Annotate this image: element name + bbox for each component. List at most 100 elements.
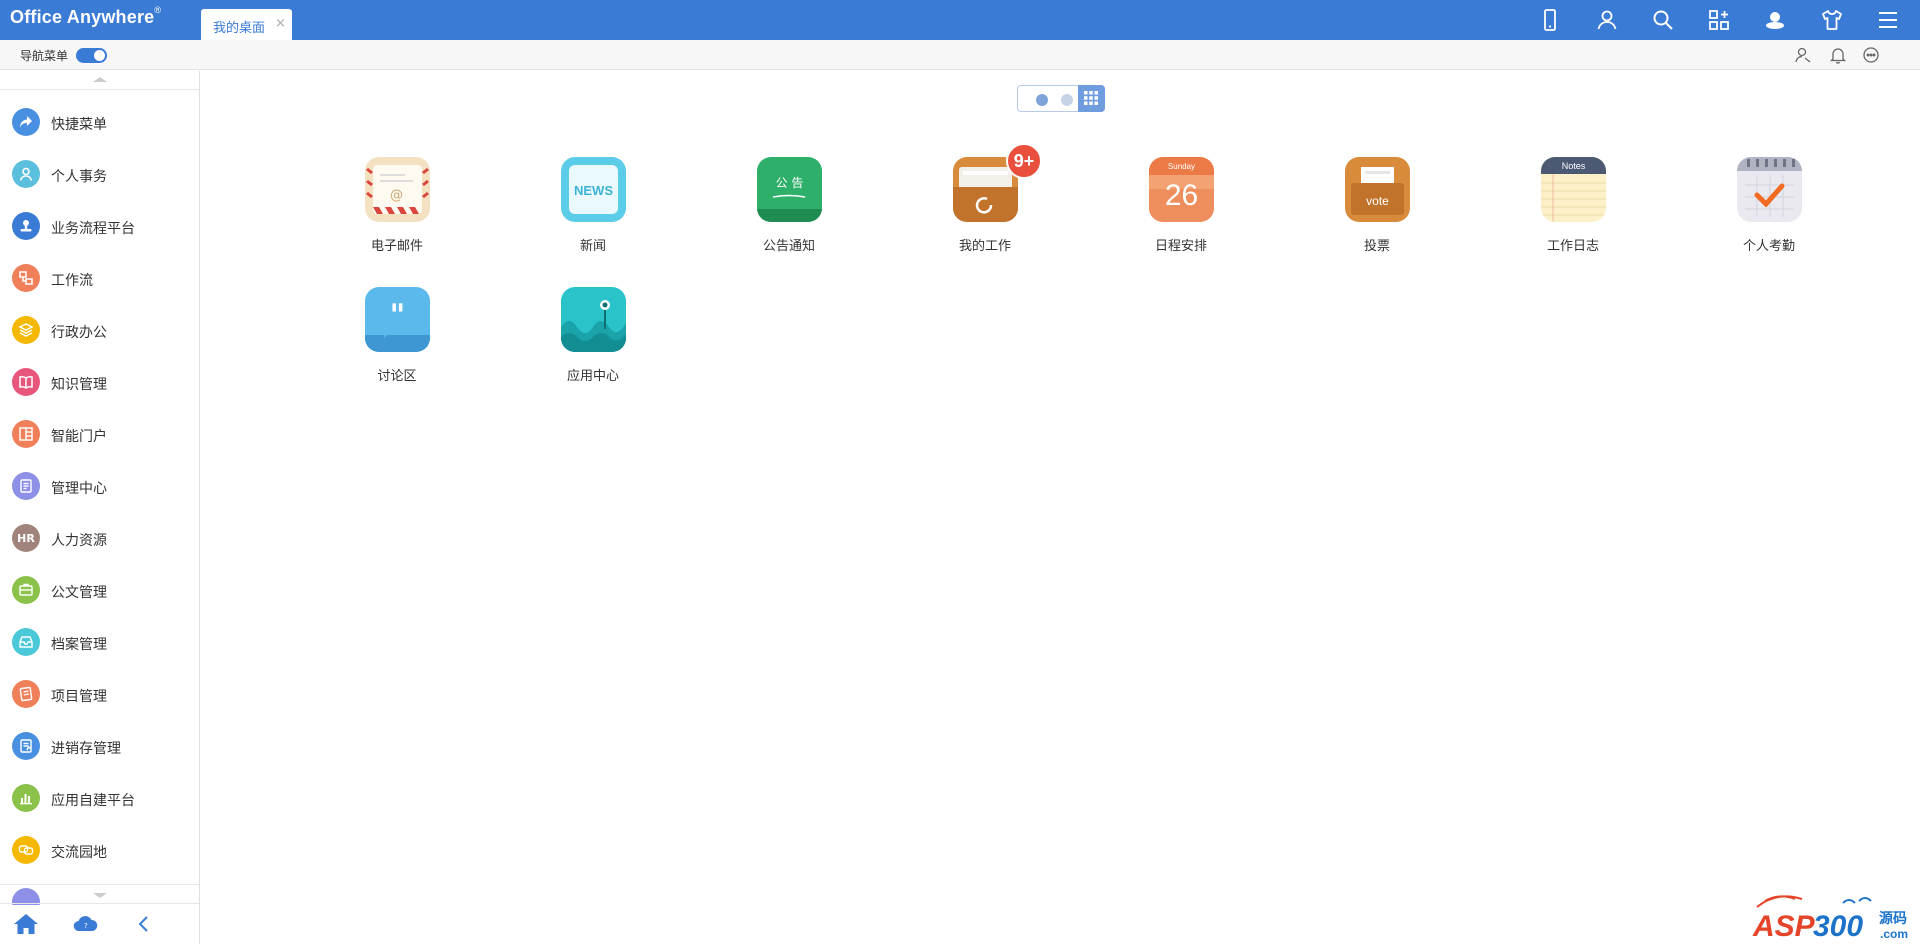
top-bar: Office Anywhere® 我的桌面 × — [0, 0, 1920, 40]
svg-text:?: ? — [84, 922, 88, 930]
sidebar-menu: 快捷菜单 个人事务 业务流程平台 工作流 行政办公 知识管理 智能门户 管理中心… — [0, 97, 199, 905]
hr-icon: HR — [12, 524, 40, 552]
sidebar-item-app-builder[interactable]: 应用自建平台 — [0, 773, 199, 825]
notice-icon-text: 公 告 — [776, 176, 804, 190]
calendar-icon: Sunday 26 — [1149, 157, 1214, 222]
app-attendance[interactable]: 个人考勤 — [1704, 157, 1834, 267]
news-icon: NEWS — [561, 157, 626, 222]
divider — [0, 884, 199, 885]
news-icon-text: NEWS — [574, 183, 613, 198]
person-icon — [12, 160, 40, 188]
svg-text:300: 300 — [1813, 910, 1863, 941]
chat-icon[interactable] — [1862, 46, 1880, 64]
notes-icon-text: Notes — [1562, 161, 1586, 171]
sidebar-item-personal-affairs[interactable]: 个人事务 — [0, 149, 199, 201]
page-dot-2[interactable] — [1061, 94, 1073, 106]
sidebar-item-workflow[interactable]: 工作流 — [0, 253, 199, 305]
vote-icon-text: vote — [1366, 194, 1389, 208]
archive-icon — [12, 628, 40, 656]
app-schedule[interactable]: Sunday 26 日程安排 — [1116, 157, 1246, 267]
search-icon[interactable] — [1651, 8, 1675, 32]
sidebar-item-label: 公文管理 — [51, 585, 107, 601]
discussion-icon: " — [365, 287, 430, 352]
app-my-work[interactable]: 9+ 我的工作 — [920, 143, 1050, 267]
sidebar-scroll-down-icon[interactable] — [93, 893, 107, 898]
divider — [0, 89, 199, 90]
app-label: 新闻 — [579, 239, 606, 254]
app-email[interactable]: @ 电子邮件 — [332, 157, 462, 267]
svg-text:ASP: ASP — [1752, 910, 1816, 941]
tab-label: 我的桌面 — [213, 21, 266, 36]
stamp-icon — [12, 212, 40, 240]
sidebar-item-label: 工作流 — [51, 273, 93, 289]
sidebar-item-admin-office[interactable]: 行政办公 — [0, 305, 199, 357]
sidebar-item-label: 进销存管理 — [51, 741, 121, 757]
sidebar-item-inventory[interactable]: 进销存管理 — [0, 721, 199, 773]
project-icon — [12, 680, 40, 708]
page-dot-1[interactable] — [1036, 94, 1048, 106]
app-vote[interactable]: vote 投票 — [1312, 157, 1442, 267]
sidebar-item-business-process[interactable]: 业务流程平台 — [0, 201, 199, 253]
user-icon[interactable] — [1595, 8, 1619, 32]
sidebar-item-projects[interactable]: 项目管理 — [0, 669, 199, 721]
doc-icon — [12, 472, 40, 500]
app-label: 工作日志 — [1546, 239, 1599, 254]
apps-icon[interactable] — [1707, 8, 1731, 32]
collapse-icon[interactable] — [131, 912, 157, 936]
notification-badge: 9+ — [1006, 143, 1042, 179]
layers-icon — [12, 316, 40, 344]
desktop-area: @ 电子邮件 NEWS 新闻 公 告 公告通知 9+ 我的工作 Sunday 26… — [201, 71, 1920, 944]
sidebar-item-label: 管理中心 — [51, 481, 107, 497]
bell-icon[interactable] — [1829, 46, 1847, 64]
mail-icon: @ — [365, 157, 430, 222]
sidebar-item-more[interactable] — [0, 877, 199, 905]
nav-menu-label: 导航菜单 — [20, 49, 69, 63]
nav-menu-toggle[interactable] — [76, 48, 107, 63]
calendar-icon-date: 26 — [1165, 179, 1198, 212]
app-app-center[interactable]: 应用中心 — [528, 287, 658, 397]
sub-bar: 导航菜单 — [0, 40, 1920, 70]
share-icon — [12, 108, 40, 136]
sidebar-item-official-docs[interactable]: 公文管理 — [0, 565, 199, 617]
svg-text:": " — [390, 298, 406, 333]
inventory-icon — [12, 732, 40, 760]
sidebar-item-label: 应用自建平台 — [51, 793, 135, 809]
sidebar: 快捷菜单 个人事务 业务流程平台 工作流 行政办公 知识管理 智能门户 管理中心… — [0, 71, 200, 944]
sidebar-item-communication[interactable]: 交流园地 — [0, 825, 199, 877]
sidebar-item-human-resources[interactable]: HR 人力资源 — [0, 513, 199, 565]
sidebar-item-smart-portal[interactable]: 智能门户 — [0, 409, 199, 461]
cloud-user-icon[interactable] — [1763, 8, 1787, 32]
chart-icon — [12, 784, 40, 812]
app-label: 我的工作 — [958, 239, 1011, 254]
sidebar-item-label: 行政办公 — [51, 325, 107, 341]
app-news[interactable]: NEWS 新闻 — [528, 157, 658, 267]
sidebar-item-label: 档案管理 — [51, 637, 107, 653]
app-work-log[interactable]: Notes 工作日志 — [1508, 157, 1638, 267]
sidebar-item-quick-menu[interactable]: 快捷菜单 — [0, 97, 199, 149]
tab-close-button[interactable]: × — [275, 16, 286, 31]
grid-view-button[interactable] — [1078, 85, 1105, 112]
tab-my-desktop[interactable]: 我的桌面 × — [201, 9, 292, 40]
sidebar-scroll-up-icon[interactable] — [93, 77, 107, 82]
app-label: 个人考勤 — [1742, 239, 1795, 254]
mobile-icon[interactable] — [1538, 8, 1562, 32]
sidebar-item-archives[interactable]: 档案管理 — [0, 617, 199, 669]
app-logo[interactable]: Office Anywhere® — [10, 5, 161, 28]
app-discussion[interactable]: " 讨论区 — [332, 287, 462, 397]
sidebar-item-label: 项目管理 — [51, 689, 107, 705]
svg-text:源码: 源码 — [1879, 910, 1907, 927]
sidebar-item-label: 交流园地 — [51, 845, 107, 861]
menu-icon[interactable] — [1876, 8, 1900, 32]
divider — [0, 903, 199, 904]
sidebar-item-label: 人力资源 — [51, 533, 107, 549]
cloud-icon[interactable]: ? — [72, 912, 98, 936]
org-icon[interactable] — [1794, 46, 1812, 64]
svg-text:@: @ — [390, 188, 403, 203]
sidebar-item-management-center[interactable]: 管理中心 — [0, 461, 199, 513]
sidebar-item-knowledge[interactable]: 知识管理 — [0, 357, 199, 409]
page-switcher — [1017, 85, 1105, 112]
shirt-icon[interactable] — [1820, 8, 1844, 32]
home-icon[interactable] — [13, 912, 39, 936]
watermark-logo: ASP 300 源码 .com — [1747, 893, 1912, 941]
app-notice[interactable]: 公 告 公告通知 — [724, 157, 854, 267]
